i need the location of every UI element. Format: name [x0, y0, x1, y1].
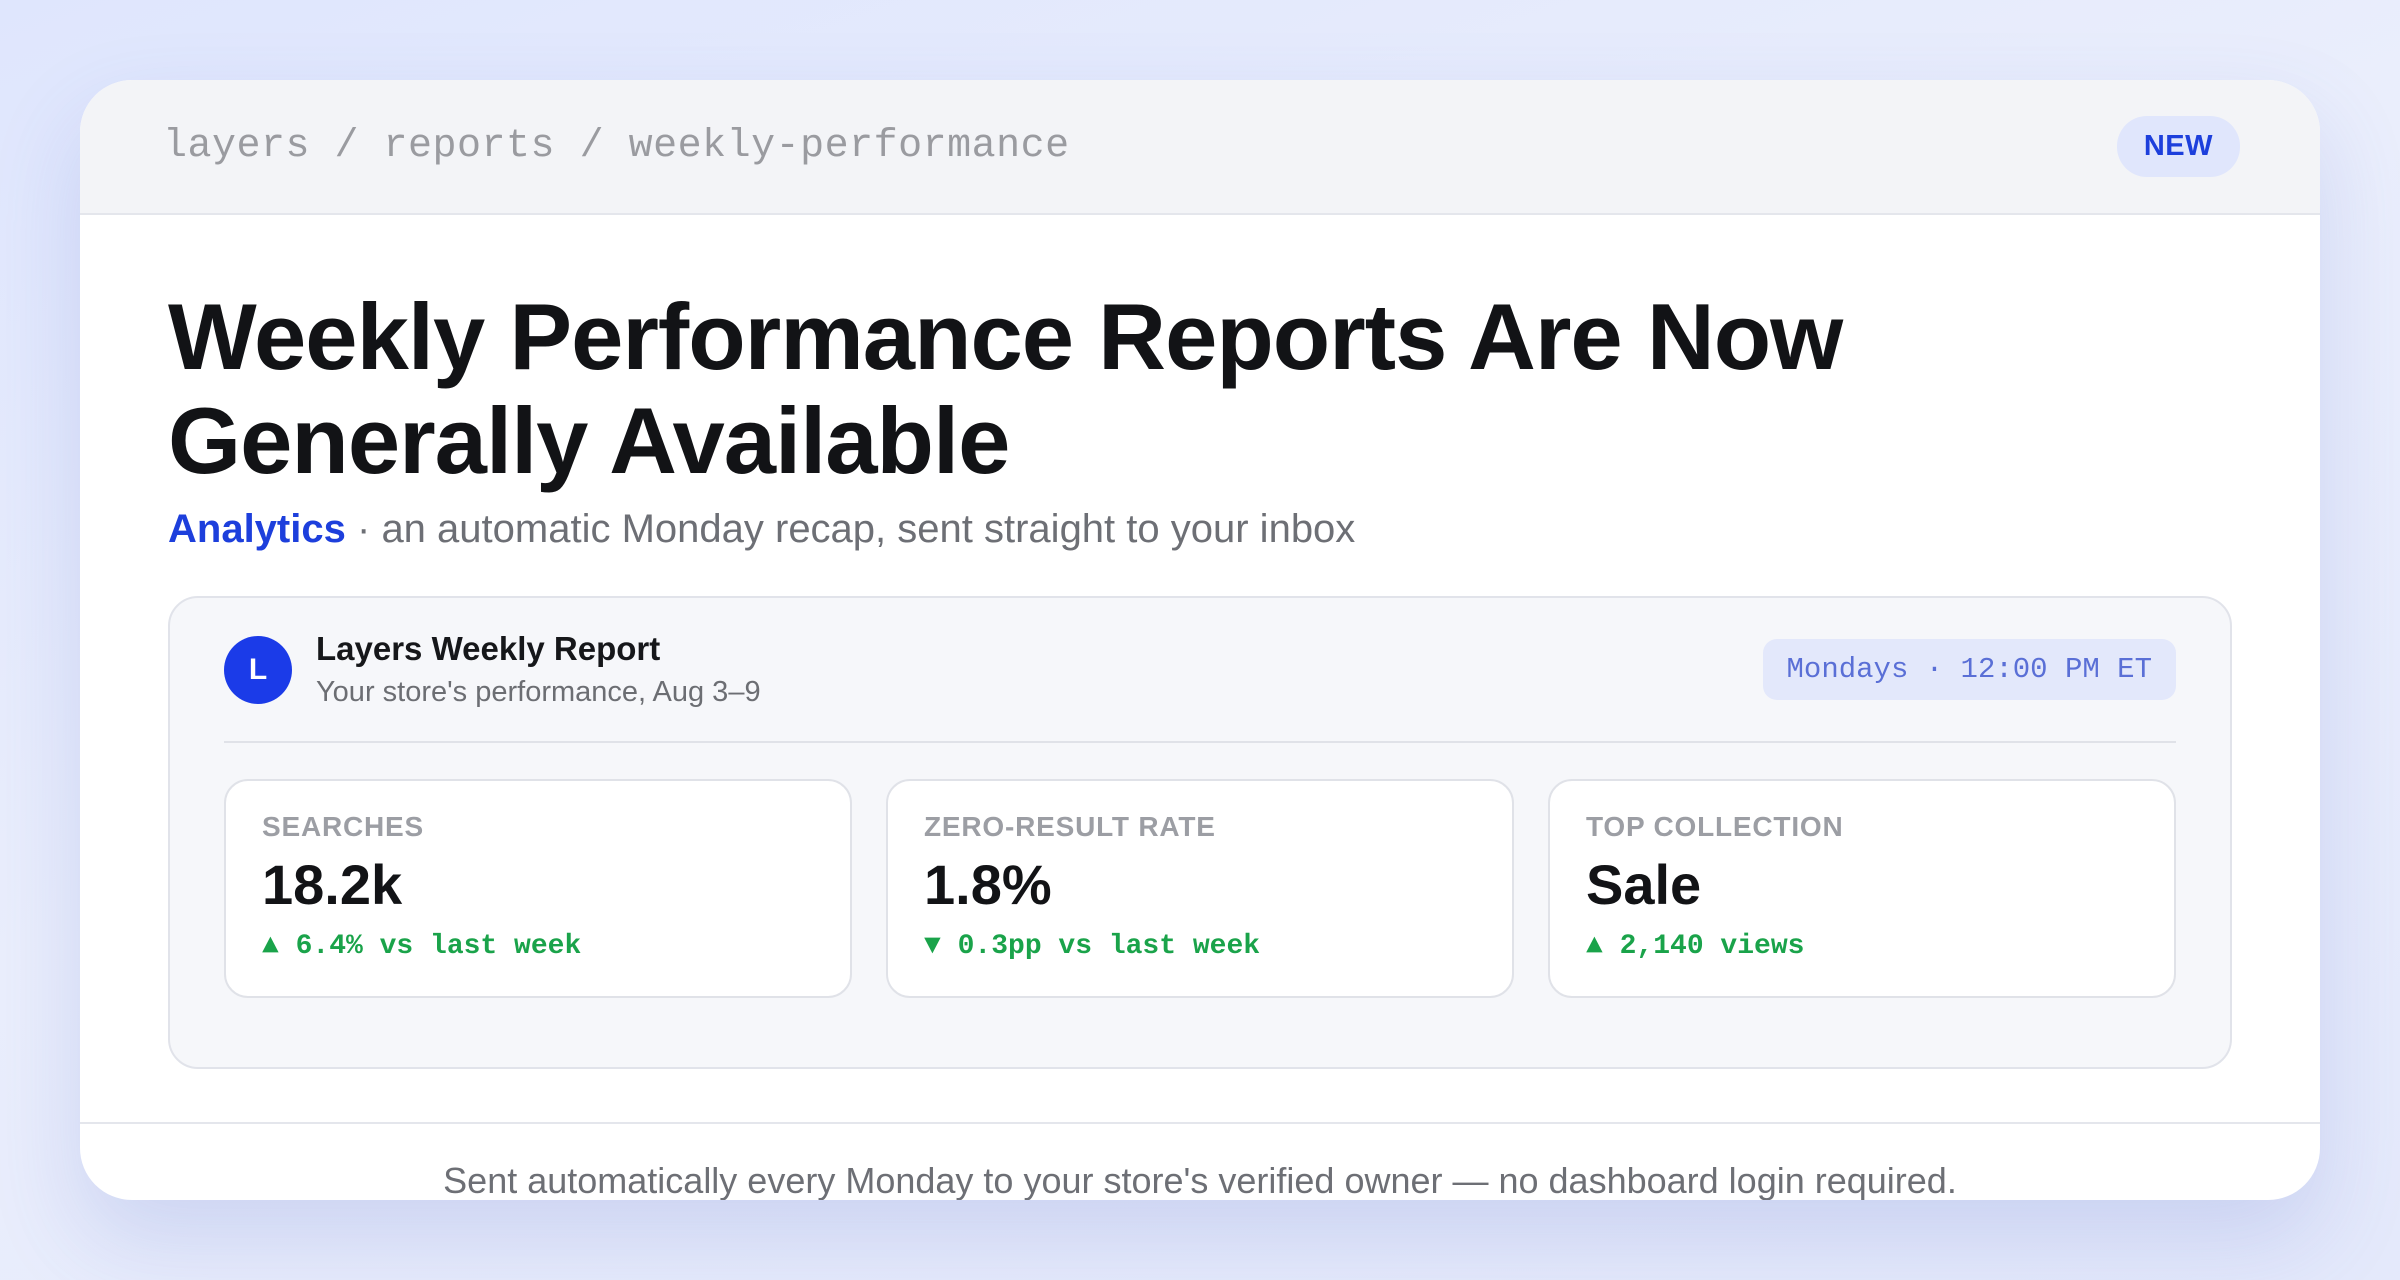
announcement-card: layers / reports / weekly-performance NE… — [80, 80, 2320, 1200]
schedule-chip: Mondays · 12:00 PM ET — [1762, 639, 2176, 700]
metric-card-top-collection: TOP COLLECTION Sale ▲ 2,140 views — [1548, 779, 2176, 998]
top-bar: layers / reports / weekly-performance NE… — [80, 80, 2320, 215]
report-name: Layers Weekly Report — [316, 630, 661, 667]
subtitle: Analytics · an automatic Monday recap, s… — [168, 507, 2232, 552]
metric-delta: ▼ 0.3pp vs last week — [924, 931, 1261, 962]
footer-note: Sent automatically every Monday to your … — [80, 1122, 2320, 1200]
report-date-range: Your store's performance, Aug 3–9 — [316, 676, 761, 708]
report-preview: L Layers Weekly Report Your store's perf… — [168, 596, 2232, 1069]
metric-delta: ▲ 2,140 views — [1586, 931, 1805, 962]
metric-delta: ▲ 6.4% vs last week — [262, 931, 582, 962]
subtitle-tagline: an automatic Monday recap, sent straight… — [381, 507, 1356, 551]
metric-value: 18.2k — [262, 853, 403, 916]
report-identity: L Layers Weekly Report Your store's perf… — [224, 630, 761, 709]
breadcrumb[interactable]: layers / reports / weekly-performance — [163, 124, 1070, 169]
metric-card-searches: SEARCHES 18.2k ▲ 6.4% vs last week — [224, 779, 852, 998]
metrics-row: SEARCHES 18.2k ▲ 6.4% vs last week ZERO-… — [224, 779, 2176, 998]
metric-label: TOP COLLECTION — [1586, 811, 1844, 842]
metric-label: SEARCHES — [262, 811, 424, 842]
page-title: Weekly Performance Reports Are Now Gener… — [168, 284, 1843, 493]
subtitle-separator: · — [356, 507, 371, 551]
category-link[interactable]: Analytics — [168, 507, 346, 551]
metric-card-zero-result-rate: ZERO-RESULT RATE 1.8% ▼ 0.3pp vs last we… — [886, 779, 1514, 998]
new-badge: NEW — [2116, 116, 2240, 177]
avatar: L — [224, 635, 292, 704]
main-content: Weekly Performance Reports Are Now Gener… — [80, 285, 2320, 1069]
report-header: L Layers Weekly Report Your store's perf… — [224, 598, 2176, 743]
metric-value: 1.8% — [924, 853, 1052, 916]
metric-value: Sale — [1586, 853, 1702, 916]
metric-label: ZERO-RESULT RATE — [924, 811, 1216, 842]
